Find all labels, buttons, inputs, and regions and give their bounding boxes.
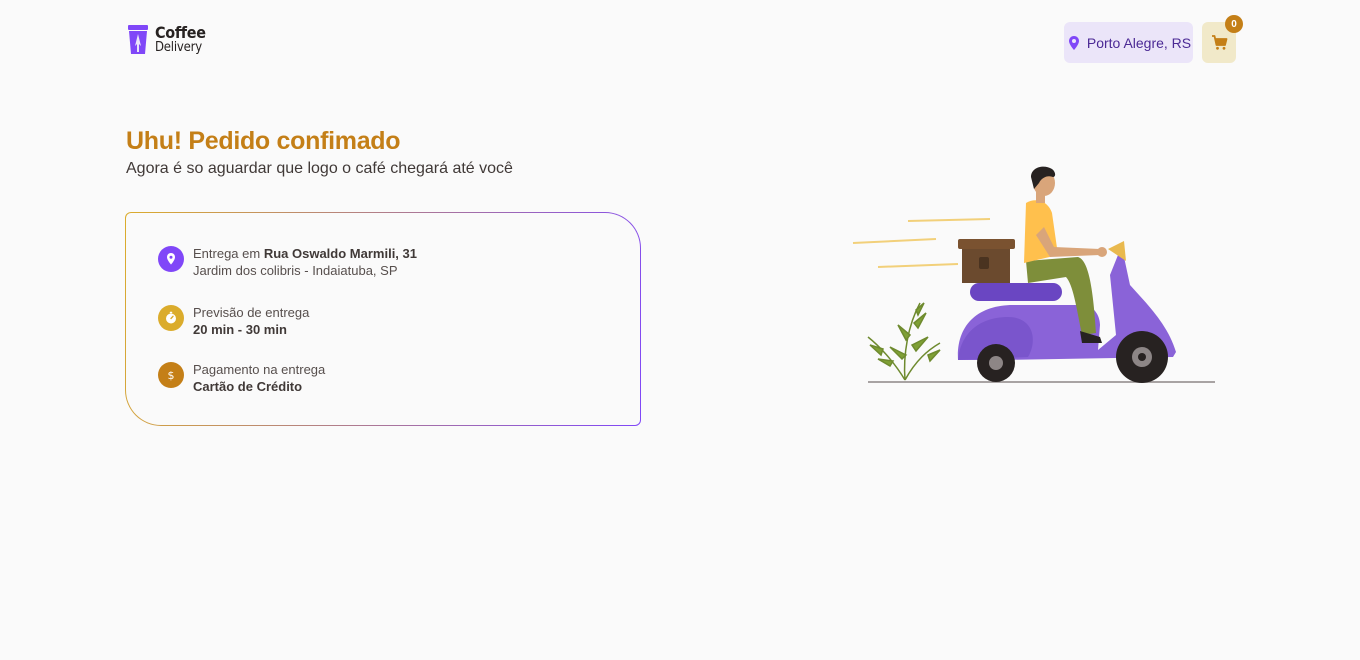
map-pin-icon bbox=[1068, 35, 1079, 50]
order-info-card: Entrega em Rua Oswaldo Marmili, 31 Jardi… bbox=[125, 212, 641, 426]
cart-count-badge: 0 bbox=[1225, 15, 1243, 33]
delivery-forecast-row: Previsão de entrega 20 min - 30 min bbox=[158, 304, 309, 338]
logo[interactable]: Coffee Delivery bbox=[127, 24, 206, 56]
logo-text: Coffee Delivery bbox=[155, 23, 206, 56]
logo-line-2: Delivery bbox=[155, 40, 202, 55]
currency-dollar-icon: $ bbox=[158, 362, 184, 388]
location-button[interactable]: Porto Alegre, RS bbox=[1064, 22, 1193, 63]
delivery-district: Jardim dos colibris - Indaiatuba, SP bbox=[193, 263, 398, 278]
page-title: Uhu! Pedido confimado bbox=[126, 127, 401, 155]
delivery-address-row: Entrega em Rua Oswaldo Marmili, 31 Jardi… bbox=[158, 245, 417, 279]
delivery-prefix: Entrega em bbox=[193, 246, 264, 261]
payment-value: Cartão de Crédito bbox=[193, 379, 303, 394]
forecast-value: 20 min - 30 min bbox=[193, 322, 287, 337]
payment-row: $ Pagamento na entrega Cartão de Crédito bbox=[158, 361, 325, 395]
timer-icon bbox=[158, 305, 184, 331]
map-pin-icon bbox=[158, 246, 184, 272]
svg-text:$: $ bbox=[168, 369, 175, 382]
forecast-label: Previsão de entrega bbox=[193, 305, 310, 320]
location-label: Porto Alegre, RS bbox=[1086, 34, 1192, 51]
delivery-scooter-illustration bbox=[852, 166, 1215, 383]
coffee-cup-logo-icon bbox=[128, 25, 148, 54]
payment-label: Pagamento na entrega bbox=[193, 362, 326, 377]
delivery-street: Rua Oswaldo Marmili, 31 bbox=[263, 246, 417, 261]
page-subtitle: Agora é so aguardar que logo o café cheg… bbox=[126, 160, 513, 177]
logo-line-1: Coffee bbox=[155, 23, 206, 42]
shopping-cart-icon bbox=[1211, 35, 1227, 50]
cart-button[interactable]: 0 bbox=[1202, 15, 1243, 63]
